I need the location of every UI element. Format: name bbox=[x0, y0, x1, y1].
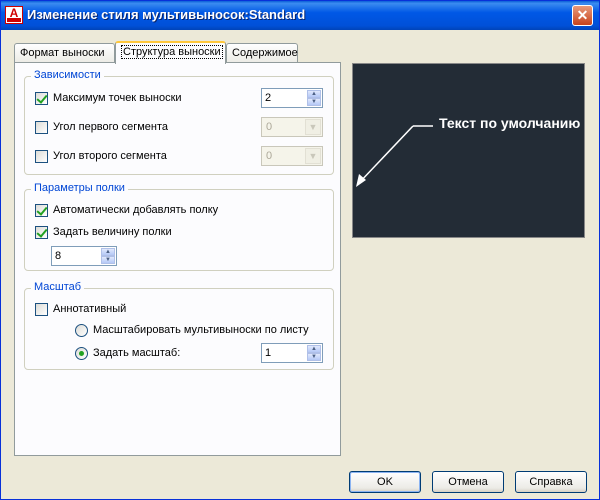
set-landing-distance-checkbox[interactable] bbox=[35, 226, 48, 239]
tab-panel: Зависимости Максимум точек выноски 2 ▲ ▼… bbox=[14, 62, 341, 456]
spin-down-icon[interactable]: ▼ bbox=[101, 256, 115, 264]
landing-settings-legend: Параметры полки bbox=[31, 182, 128, 194]
max-points-label: Максимум точек выноски bbox=[53, 92, 182, 104]
second-segment-checkbox[interactable] bbox=[35, 150, 48, 163]
scale-to-layout-label: Масштабировать мультивыноски по листу bbox=[93, 324, 309, 336]
constraints-group: Зависимости Максимум точек выноски 2 ▲ ▼… bbox=[24, 69, 334, 175]
max-points-spinner[interactable]: 2 ▲ ▼ bbox=[261, 88, 323, 108]
spin-up-icon[interactable]: ▲ bbox=[101, 248, 115, 256]
tab-content[interactable]: Содержимое bbox=[226, 43, 298, 63]
scale-to-layout-radio[interactable] bbox=[75, 324, 88, 337]
auto-include-landing-checkbox[interactable] bbox=[35, 204, 48, 217]
leader-style-dialog: A Изменение стиля мультивыносок:Standard… bbox=[0, 0, 600, 500]
autocad-app-icon: A bbox=[5, 6, 23, 24]
spin-up-icon[interactable]: ▲ bbox=[307, 345, 321, 353]
second-segment-value: 0 bbox=[266, 150, 273, 162]
cancel-button[interactable]: Отмена bbox=[432, 471, 504, 493]
scale-spinner[interactable]: 1 ▲ ▼ bbox=[261, 343, 323, 363]
specify-scale-label: Задать масштаб: bbox=[93, 347, 181, 359]
auto-include-landing-label: Автоматически добавлять полку bbox=[53, 204, 219, 216]
max-points-checkbox[interactable] bbox=[35, 92, 48, 105]
title-bar[interactable]: A Изменение стиля мультивыносок:Standard… bbox=[1, 1, 599, 30]
chevron-down-icon[interactable]: ▼ bbox=[305, 148, 321, 164]
scale-legend: Масштаб bbox=[31, 281, 85, 293]
landing-distance-value: 8 bbox=[55, 250, 62, 262]
scale-value: 1 bbox=[265, 347, 272, 359]
chevron-down-icon[interactable]: ▼ bbox=[305, 119, 321, 135]
second-segment-combo[interactable]: 0 ▼ bbox=[261, 146, 323, 166]
first-segment-label: Угол первого сегмента bbox=[53, 121, 169, 133]
first-segment-combo[interactable]: 0 ▼ bbox=[261, 117, 323, 137]
first-segment-checkbox[interactable] bbox=[35, 121, 48, 134]
landing-distance-spinner[interactable]: 8 ▲ ▼ bbox=[51, 246, 117, 266]
specify-scale-radio[interactable] bbox=[75, 347, 88, 360]
window-title: Изменение стиля мультивыносок:Standard bbox=[27, 7, 306, 22]
ok-button[interactable]: OK bbox=[349, 471, 421, 493]
preview-default-text: Текст по умолчанию bbox=[439, 115, 581, 131]
spin-up-icon[interactable]: ▲ bbox=[307, 90, 321, 98]
landing-settings-group: Параметры полки Автоматически добавлять … bbox=[24, 182, 334, 271]
spin-down-icon[interactable]: ▼ bbox=[307, 98, 321, 106]
first-segment-value: 0 bbox=[266, 121, 273, 133]
annotative-label: Аннотативный bbox=[53, 303, 127, 315]
scale-group: Масштаб Аннотативный Масштабировать муль… bbox=[24, 281, 334, 370]
annotative-checkbox[interactable] bbox=[35, 303, 48, 316]
second-segment-label: Угол второго сегмента bbox=[53, 150, 167, 162]
tab-leader-structure[interactable]: Структура выноски bbox=[115, 41, 226, 64]
set-landing-distance-label: Задать величину полки bbox=[53, 226, 172, 238]
constraints-legend: Зависимости bbox=[31, 69, 104, 81]
close-button[interactable]: ✕ bbox=[572, 5, 593, 26]
leader-arrow-icon bbox=[356, 125, 433, 187]
help-button[interactable]: Справка bbox=[515, 471, 587, 493]
max-points-value: 2 bbox=[265, 92, 272, 104]
tab-leader-format[interactable]: Формат выноски bbox=[14, 43, 115, 63]
preview-pane: Текст по умолчанию bbox=[352, 63, 585, 238]
spin-down-icon[interactable]: ▼ bbox=[307, 353, 321, 361]
